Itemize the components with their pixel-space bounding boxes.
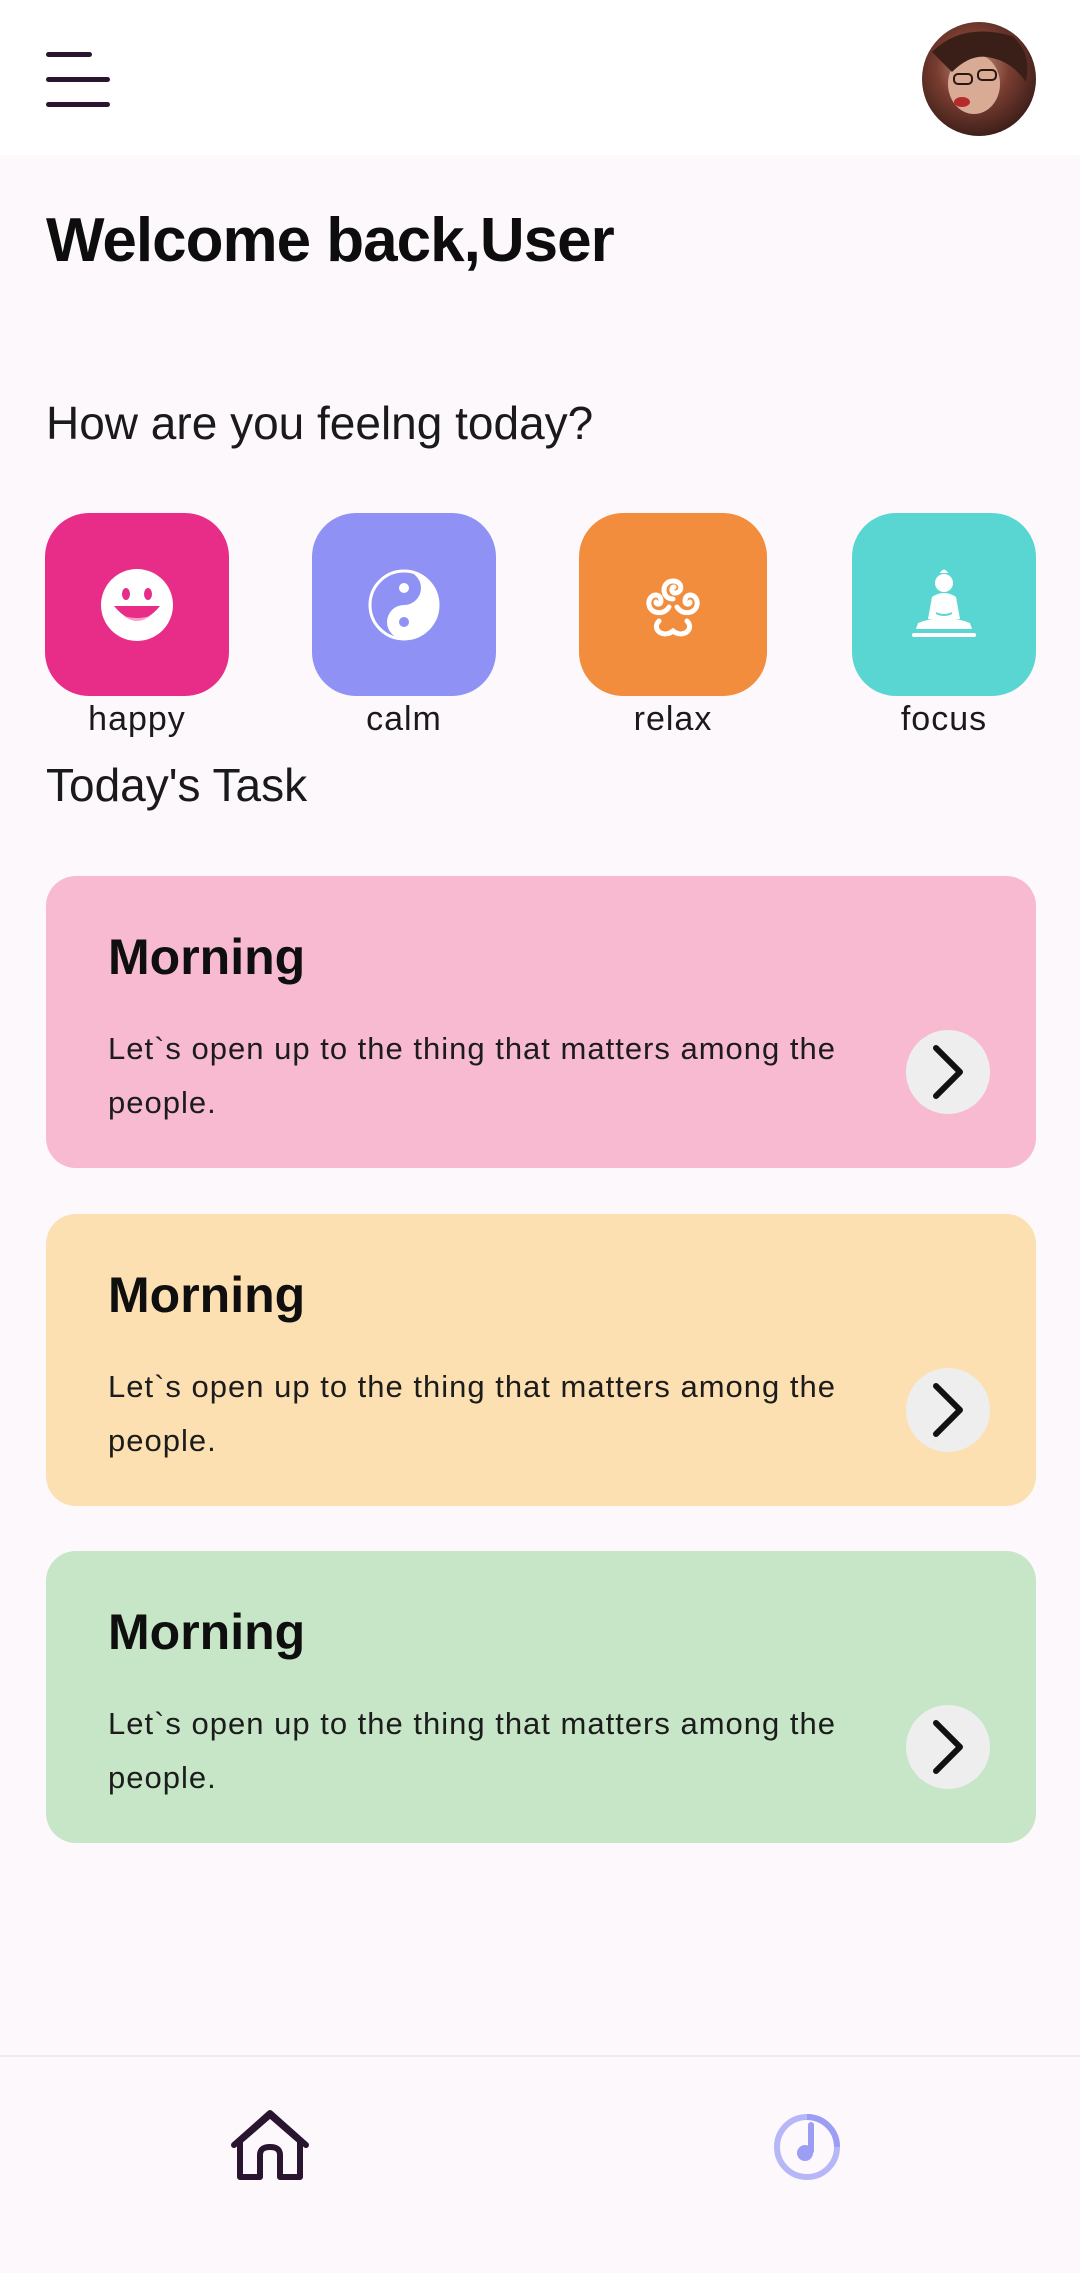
- nav-music-timer[interactable]: [757, 2105, 857, 2205]
- task-card[interactable]: Morning Let`s open up to the thing that …: [46, 1551, 1036, 1843]
- task-open-button[interactable]: [906, 1368, 990, 1452]
- task-card-description: Let`s open up to the thing that matters …: [108, 1369, 836, 1458]
- task-card-description: Let`s open up to the thing that matters …: [108, 1031, 836, 1120]
- music-timer-icon: [774, 2114, 840, 2180]
- chevron-right-icon: [933, 1720, 963, 1774]
- task-card-title: Morning: [108, 929, 306, 985]
- mood-focus[interactable]: focus: [852, 513, 1036, 739]
- task-open-button[interactable]: [906, 1030, 990, 1114]
- mood-tile-focus: [852, 513, 1036, 696]
- mood-label-relax: relax: [633, 700, 713, 738]
- triskelion-spiral-icon: [646, 577, 700, 636]
- top-bar: [0, 0, 1080, 155]
- avatar[interactable]: [922, 22, 1036, 136]
- meditating-buddha-icon: [912, 569, 976, 637]
- task-open-button[interactable]: [906, 1705, 990, 1789]
- mood-label-happy: happy: [88, 700, 186, 738]
- feeling-question: How are you feelng today?: [46, 397, 594, 449]
- home-icon: [231, 2110, 309, 2180]
- tasks-section-title: Today's Task: [46, 759, 308, 811]
- mood-label-focus: focus: [900, 700, 988, 738]
- task-card-description: Let`s open up to the thing that matters …: [108, 1706, 836, 1795]
- mood-tile-happy: [45, 513, 229, 696]
- mood-label-calm: calm: [366, 700, 442, 738]
- page-title: Welcome back,User: [46, 206, 615, 275]
- task-card-title: Morning: [108, 1604, 306, 1660]
- bottom-navigation: [0, 2055, 1080, 2273]
- nav-home[interactable]: [220, 2105, 320, 2205]
- task-card[interactable]: Morning Let`s open up to the thing that …: [46, 1214, 1036, 1506]
- mood-tile-calm: [312, 513, 496, 696]
- mood-calm[interactable]: calm: [312, 513, 496, 739]
- mood-happy[interactable]: happy: [45, 513, 229, 739]
- yin-yang-icon: [368, 569, 440, 640]
- hamburger-menu-icon[interactable]: [46, 52, 110, 108]
- mood-tile-relax: [579, 513, 767, 696]
- chevron-right-icon: [933, 1383, 963, 1437]
- smiley-face-icon: [101, 568, 173, 641]
- chevron-right-icon: [933, 1045, 963, 1099]
- task-card[interactable]: Morning Let`s open up to the thing that …: [46, 876, 1036, 1168]
- mood-relax[interactable]: relax: [579, 513, 767, 739]
- task-card-title: Morning: [108, 1267, 306, 1323]
